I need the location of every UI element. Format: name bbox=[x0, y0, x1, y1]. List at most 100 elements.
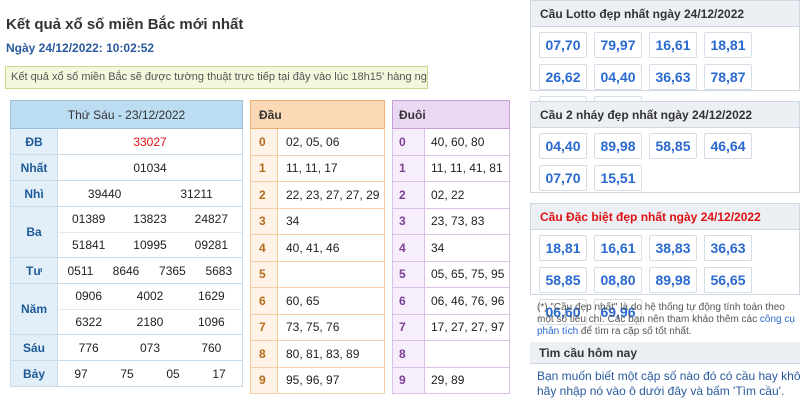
duoi-key: 3 bbox=[392, 207, 425, 235]
duoi-table: Đuôi 0 40, 60, 80 1 11, 11, 41, 81 2 02, 22… bbox=[392, 100, 510, 394]
dac-biet-pair-link[interactable]: 89,98 bbox=[649, 267, 697, 293]
table-row: 7 73, 75, 76 bbox=[250, 313, 385, 341]
prize-value: 760 bbox=[201, 340, 222, 355]
hai-nhay-pair-link[interactable]: 07,70 bbox=[539, 165, 587, 191]
prize-value: 5683 bbox=[205, 263, 233, 278]
table-row: 0 02, 05, 06 bbox=[250, 128, 385, 156]
table-row: 8 80, 81, 83, 89 bbox=[250, 340, 385, 368]
prize-label: Sáu bbox=[10, 334, 58, 361]
prize-label: Năm bbox=[10, 283, 58, 335]
tim-cau-description: Bạn muốn biết một cặp số nào đó có cầu h… bbox=[537, 369, 800, 399]
notice-banner: Kết quả xổ số miền Bắc sẽ được tường thu… bbox=[5, 66, 428, 89]
prize-row-nhat: Nhất 01034 bbox=[10, 154, 243, 181]
dau-key: 5 bbox=[250, 260, 278, 288]
prize-value: 0511 bbox=[67, 263, 94, 278]
dac-biet-pair-link[interactable]: 18,81 bbox=[539, 235, 587, 261]
footnote-text: (*) "Cầu đẹp nhất" là do hệ thống tự độn… bbox=[537, 302, 785, 325]
prize-value: 33027 bbox=[57, 128, 243, 155]
tim-cau-line: Bạn muốn biết một cặp số nào đó có cầu h… bbox=[537, 369, 800, 383]
duoi-values: 29, 89 bbox=[424, 366, 510, 394]
dau-values: 80, 81, 83, 89 bbox=[277, 340, 385, 368]
prize-value: 10995 bbox=[119, 231, 181, 257]
page-title: Kết quả xổ số miền Bắc mới nhất bbox=[6, 16, 244, 33]
hai-nhay-pair-link[interactable]: 46,64 bbox=[704, 133, 752, 159]
hai-nhay-pair-link[interactable]: 04,40 bbox=[539, 133, 587, 159]
duoi-values: 02, 22 bbox=[424, 181, 510, 209]
dau-key: 6 bbox=[250, 287, 278, 315]
prize-value: 17 bbox=[212, 366, 226, 381]
dau-key: 8 bbox=[250, 340, 278, 368]
prize-row-sau: Sáu 776 073 760 bbox=[10, 334, 243, 361]
table-row: 2 22, 23, 27, 27, 29 bbox=[250, 181, 385, 209]
dau-key: 4 bbox=[250, 234, 278, 262]
prize-value: 7365 bbox=[159, 263, 186, 278]
dau-values: 22, 23, 27, 27, 29 bbox=[277, 181, 385, 209]
dau-values bbox=[277, 260, 385, 288]
lotto-pair-link[interactable]: 79,97 bbox=[594, 32, 642, 58]
dau-values: 02, 05, 06 bbox=[277, 128, 385, 156]
prize-value: 2180 bbox=[119, 308, 181, 334]
duoi-values bbox=[424, 340, 510, 368]
dac-biet-pair-link[interactable]: 58,85 bbox=[539, 267, 587, 293]
prize-value: 1629 bbox=[197, 289, 225, 304]
hai-nhay-pair-link[interactable]: 58,85 bbox=[649, 133, 697, 159]
prize-row-ba: Ba 01389 13823 24827 51841 10995 09281 bbox=[10, 206, 243, 258]
lotto-pair-link[interactable]: 18,81 bbox=[704, 32, 752, 58]
lotto-pair-link[interactable]: 36,63 bbox=[649, 64, 697, 90]
table-row: 1 11, 11, 41, 81 bbox=[392, 154, 510, 182]
dau-key: 7 bbox=[250, 313, 278, 341]
duoi-heading: Đuôi bbox=[392, 100, 510, 129]
dau-values: 40, 41, 46 bbox=[277, 234, 385, 262]
dau-table: Đầu 0 02, 05, 06 1 11, 11, 17 2 22, 23, 27,… bbox=[250, 100, 385, 394]
prize-label: Tư bbox=[10, 257, 58, 284]
prize-value: 776 bbox=[78, 340, 99, 355]
dac-biet-pair-link[interactable]: 38,83 bbox=[649, 235, 697, 261]
dac-biet-pair-link[interactable]: 56,65 bbox=[704, 267, 752, 293]
duoi-key: 8 bbox=[392, 340, 425, 368]
lotto-pair-link[interactable]: 26,62 bbox=[539, 64, 587, 90]
prize-value: 97 bbox=[74, 366, 88, 381]
dac-biet-pair-link[interactable]: 16,61 bbox=[594, 235, 642, 261]
results-table: Thứ Sáu - 23/12/2022 ĐB 33027 Nhất 01034… bbox=[10, 100, 243, 387]
table-row: 9 29, 89 bbox=[392, 366, 510, 394]
dac-biet-pair-link[interactable]: 36,63 bbox=[704, 235, 752, 261]
duoi-key: 1 bbox=[392, 154, 425, 182]
duoi-values: 06, 46, 76, 96 bbox=[424, 287, 510, 315]
hai-nhay-pair-link[interactable]: 15,51 bbox=[594, 165, 642, 191]
dau-key: 3 bbox=[250, 207, 278, 235]
duoi-key: 9 bbox=[392, 366, 425, 394]
lotto-pair-link[interactable]: 78,87 bbox=[704, 64, 752, 90]
table-row: 6 06, 46, 76, 96 bbox=[392, 287, 510, 315]
prize-value: 4002 bbox=[136, 289, 164, 304]
lotto-pair-link[interactable]: 07,70 bbox=[539, 32, 587, 58]
lotto-pair-link[interactable]: 04,40 bbox=[594, 64, 642, 90]
duoi-key: 5 bbox=[392, 260, 425, 288]
hai-nhay-pair-link[interactable]: 89,98 bbox=[594, 133, 642, 159]
hai-nhay-heading: Cầu 2 nháy đẹp nhất ngày 24/12/2022 bbox=[531, 102, 799, 128]
tim-cau-heading: Tìm cầu hôm nay bbox=[530, 342, 800, 364]
duoi-values: 40, 60, 80 bbox=[424, 128, 510, 156]
prize-value: 1096 bbox=[180, 308, 242, 334]
prize-value: 24827 bbox=[194, 212, 229, 227]
prize-value: 39440 bbox=[87, 186, 122, 201]
table-row: 5 bbox=[250, 260, 385, 288]
duoi-values: 05, 65, 75, 95 bbox=[424, 260, 510, 288]
results-heading: Thứ Sáu - 23/12/2022 bbox=[10, 100, 243, 129]
lotto-panel: Cầu Lotto đẹp nhất ngày 24/12/2022 07,70… bbox=[530, 0, 800, 122]
prize-value: 31211 bbox=[180, 186, 213, 201]
duoi-values: 17, 27, 27, 97 bbox=[424, 313, 510, 341]
prize-value: 6322 bbox=[58, 308, 120, 334]
prize-row-nhi: Nhì 39440 31211 bbox=[10, 180, 243, 207]
dac-biet-pair-link[interactable]: 08,80 bbox=[594, 267, 642, 293]
lotto-pair-link[interactable]: 16,61 bbox=[649, 32, 697, 58]
duoi-values: 34 bbox=[424, 234, 510, 262]
dau-key: 1 bbox=[250, 154, 278, 182]
date-line: Ngày 24/12/2022: 10:02:52 bbox=[6, 41, 155, 55]
prize-row-nam: Năm 0906 4002 1629 6322 2180 1096 bbox=[10, 283, 243, 335]
table-row: 2 02, 22 bbox=[392, 181, 510, 209]
prize-value: 01034 bbox=[57, 154, 243, 181]
duoi-key: 7 bbox=[392, 313, 425, 341]
table-row: 4 40, 41, 46 bbox=[250, 234, 385, 262]
table-row: 3 34 bbox=[250, 207, 385, 235]
prize-value: 05 bbox=[166, 366, 180, 381]
